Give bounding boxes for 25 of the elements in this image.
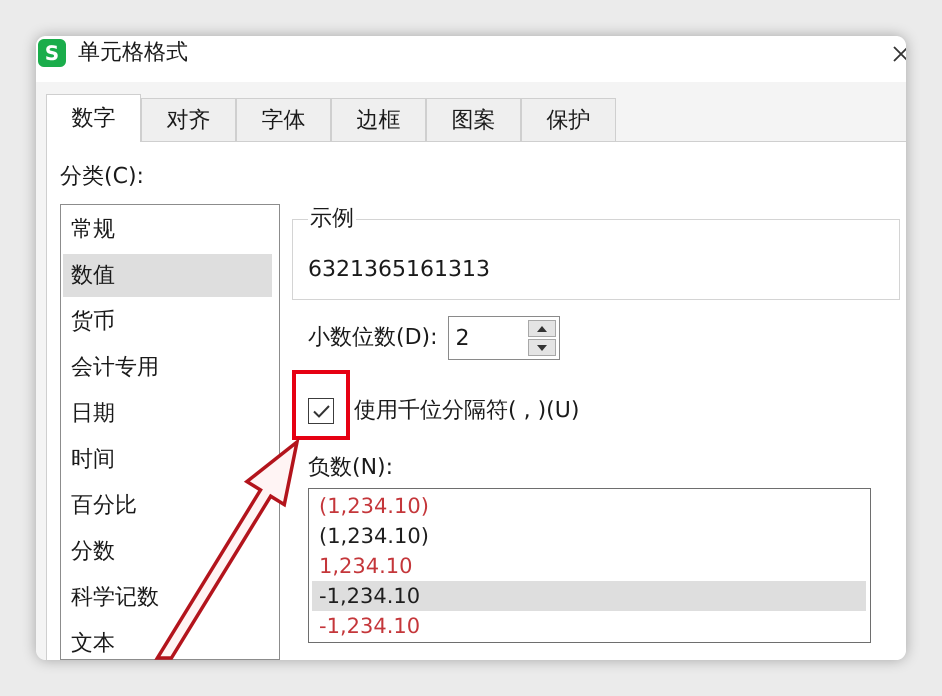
- tab[interactable]: 字体: [236, 98, 331, 142]
- negative-format-item[interactable]: -1,234.10: [312, 581, 866, 611]
- spin-down-button[interactable]: [528, 339, 556, 356]
- tab[interactable]: 对齐: [141, 98, 236, 142]
- tab[interactable]: 图案: [426, 98, 521, 142]
- close-icon[interactable]: [893, 46, 906, 62]
- negative-numbers-label: 负数(N):: [308, 455, 394, 481]
- decimal-places-field[interactable]: 2: [448, 316, 560, 360]
- sample-value: 6321365161313: [308, 257, 490, 283]
- category-label: 分类(C):: [60, 164, 144, 190]
- thousands-separator-label: 使用千位分隔符( , )(U): [354, 398, 580, 424]
- sample-legend: 示例: [308, 206, 356, 232]
- highlight-frame: [292, 370, 350, 440]
- caret-up-icon: [536, 326, 547, 332]
- tab[interactable]: 保护: [521, 98, 616, 142]
- check-icon: [312, 404, 330, 418]
- category-item[interactable]: 数值: [63, 254, 272, 297]
- tab[interactable]: 边框: [331, 98, 426, 142]
- checkbox[interactable]: [308, 398, 334, 424]
- window-title: 单元格格式: [78, 39, 188, 67]
- tab[interactable]: 数字: [46, 94, 141, 142]
- caret-down-icon: [536, 344, 547, 350]
- spin-up-button[interactable]: [528, 320, 556, 337]
- app-logo: S: [38, 39, 66, 67]
- decimal-places-label: 小数位数(D):: [308, 325, 438, 351]
